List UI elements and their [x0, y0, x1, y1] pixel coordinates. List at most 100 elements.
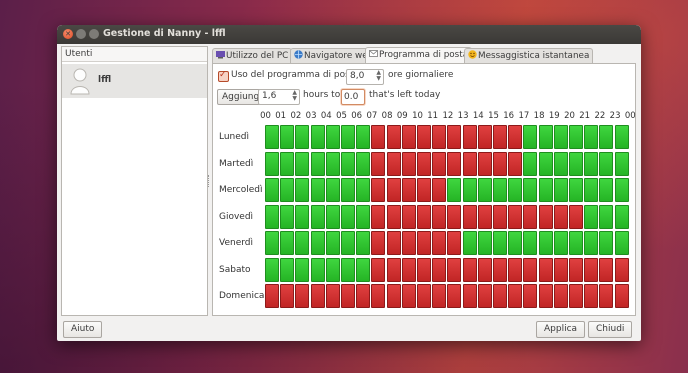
schedule-cell[interactable]	[584, 204, 599, 229]
schedule-cell[interactable]	[553, 257, 568, 282]
schedule-cell[interactable]	[569, 284, 583, 308]
add-hours-spinner[interactable]: 1,6 ▲ ▼	[258, 89, 300, 105]
schedule-cell[interactable]	[538, 125, 553, 149]
schedule-cell[interactable]	[371, 257, 386, 282]
schedule-cell[interactable]	[417, 257, 431, 282]
schedule-cell[interactable]	[295, 284, 310, 308]
schedule-cell[interactable]	[280, 204, 295, 229]
schedule-cell[interactable]	[371, 204, 386, 229]
schedule-cell[interactable]	[477, 204, 492, 229]
apply-button[interactable]: Applica	[536, 321, 586, 338]
schedule-cell[interactable]	[401, 257, 416, 282]
schedule-cell[interactable]	[569, 204, 583, 229]
schedule-cell[interactable]	[356, 125, 371, 149]
schedule-cell[interactable]	[417, 125, 431, 149]
schedule-cell[interactable]	[538, 204, 553, 229]
schedule-cell[interactable]	[538, 257, 553, 282]
schedule-cell[interactable]	[280, 125, 295, 149]
schedule-cell[interactable]	[386, 151, 401, 176]
schedule-cell[interactable]	[508, 204, 523, 229]
schedule-cell[interactable]	[599, 151, 614, 176]
schedule-cell[interactable]	[447, 204, 462, 229]
schedule-cell[interactable]	[523, 231, 538, 255]
schedule-cell[interactable]	[599, 204, 614, 229]
schedule-cell[interactable]	[386, 231, 401, 255]
schedule-cell[interactable]	[508, 125, 523, 149]
schedule-cell[interactable]	[493, 204, 507, 229]
schedule-cell[interactable]	[356, 231, 371, 255]
tab-pc-usage[interactable]: Utilizzo del PC	[212, 48, 293, 63]
schedule-cell[interactable]	[523, 125, 538, 149]
schedule-cell[interactable]	[462, 257, 477, 282]
schedule-cell[interactable]	[265, 257, 279, 282]
schedule-cell[interactable]	[523, 178, 538, 202]
schedule-cell[interactable]	[477, 284, 492, 308]
schedule-cell[interactable]	[356, 257, 371, 282]
schedule-cell[interactable]	[265, 231, 279, 255]
schedule-cell[interactable]	[614, 178, 629, 202]
schedule-cell[interactable]	[310, 151, 325, 176]
schedule-cell[interactable]	[553, 151, 568, 176]
schedule-cell[interactable]	[493, 231, 507, 255]
close-window-icon[interactable]: ✕	[63, 29, 73, 39]
schedule-cell[interactable]	[356, 151, 371, 176]
close-button[interactable]: Chiudi	[588, 321, 633, 338]
schedule-cell[interactable]	[493, 125, 507, 149]
schedule-cell[interactable]	[417, 231, 431, 255]
schedule-cell[interactable]	[538, 178, 553, 202]
schedule-cell[interactable]	[371, 231, 386, 255]
schedule-cell[interactable]	[508, 178, 523, 202]
schedule-cell[interactable]	[508, 231, 523, 255]
schedule-cell[interactable]	[462, 178, 477, 202]
schedule-cell[interactable]	[356, 204, 371, 229]
schedule-cell[interactable]	[356, 284, 371, 308]
schedule-cell[interactable]	[584, 257, 599, 282]
schedule-cell[interactable]	[310, 284, 325, 308]
schedule-cell[interactable]	[614, 204, 629, 229]
schedule-cell[interactable]	[401, 204, 416, 229]
schedule-cell[interactable]	[310, 178, 325, 202]
schedule-cell[interactable]	[538, 231, 553, 255]
schedule-cell[interactable]	[462, 204, 477, 229]
schedule-cell[interactable]	[523, 257, 538, 282]
spinner-arrows-icon[interactable]: ▲ ▼	[292, 90, 297, 102]
schedule-cell[interactable]	[341, 178, 355, 202]
schedule-cell[interactable]	[599, 231, 614, 255]
daily-hours-spinner[interactable]: 8,0 ▲ ▼	[346, 69, 384, 85]
schedule-cell[interactable]	[432, 231, 447, 255]
schedule-cell[interactable]	[401, 231, 416, 255]
schedule-cell[interactable]	[295, 178, 310, 202]
schedule-cell[interactable]	[462, 125, 477, 149]
schedule-cell[interactable]	[401, 151, 416, 176]
schedule-cell[interactable]	[553, 231, 568, 255]
schedule-cell[interactable]	[523, 151, 538, 176]
schedule-cell[interactable]	[447, 257, 462, 282]
schedule-cell[interactable]	[325, 125, 340, 149]
schedule-cell[interactable]	[386, 125, 401, 149]
schedule-cell[interactable]	[477, 257, 492, 282]
schedule-cell[interactable]	[417, 151, 431, 176]
schedule-cell[interactable]	[295, 151, 310, 176]
schedule-cell[interactable]	[356, 178, 371, 202]
schedule-cell[interactable]	[523, 204, 538, 229]
schedule-cell[interactable]	[341, 284, 355, 308]
schedule-cell[interactable]	[584, 178, 599, 202]
schedule-cell[interactable]	[508, 257, 523, 282]
schedule-cell[interactable]	[432, 257, 447, 282]
schedule-cell[interactable]	[401, 125, 416, 149]
schedule-cell[interactable]	[447, 178, 462, 202]
schedule-cell[interactable]	[325, 204, 340, 229]
schedule-cell[interactable]	[432, 178, 447, 202]
user-list-item[interactable]: lffl	[62, 64, 207, 98]
schedule-cell[interactable]	[553, 204, 568, 229]
schedule-cell[interactable]	[584, 284, 599, 308]
schedule-cell[interactable]	[401, 178, 416, 202]
schedule-cell[interactable]	[371, 284, 386, 308]
schedule-cell[interactable]	[584, 151, 599, 176]
schedule-cell[interactable]	[614, 231, 629, 255]
schedule-cell[interactable]	[310, 204, 325, 229]
schedule-cell[interactable]	[599, 257, 614, 282]
schedule-cell[interactable]	[447, 284, 462, 308]
schedule-cell[interactable]	[569, 231, 583, 255]
schedule-cell[interactable]	[265, 204, 279, 229]
